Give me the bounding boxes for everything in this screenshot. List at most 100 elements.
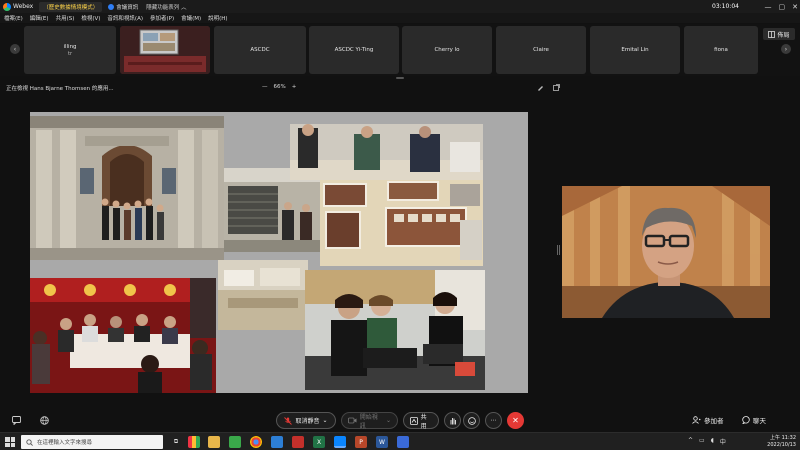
end-call-icon: ✕ [512,416,519,425]
app-colorful-icon[interactable] [188,436,200,448]
globe-icon[interactable] [40,416,49,427]
share-button[interactable]: 共用 [403,412,439,430]
menu-view[interactable]: 檢視(V) [81,14,100,22]
meeting-mode-chip[interactable]: （歷史數據情境模式） [39,1,103,12]
hand-icon [450,417,456,424]
participants-label: 參加者 [704,417,724,425]
participant-name: ASCDC [250,47,270,53]
shared-screen[interactable] [30,112,528,393]
participant-tile[interactable]: fiona [684,26,758,74]
more-options-button[interactable]: ⋯ [485,412,502,429]
menu-share[interactable]: 共用(S) [56,14,75,22]
chat-label: 聊天 [753,417,766,425]
pane-splitter[interactable] [557,245,560,255]
zoom-value: 66% [273,84,286,90]
smiley-icon [467,416,476,425]
annotate-icon[interactable] [537,84,544,91]
zoom-in-button[interactable]: + [292,84,297,90]
menu-participants[interactable]: 參加者(P) [150,14,174,22]
photo-researchers-table [290,124,483,180]
participant-tile[interactable]: ASCDC Yi-Ting [309,26,399,74]
meeting-info-label: 會議資訊 [116,4,139,11]
participant-tile[interactable]: illing tr [24,26,116,74]
participant-tile[interactable]: Claire [496,26,586,74]
chevron-up-icon[interactable]: ^ [688,437,693,446]
maximize-button[interactable]: ▢ [779,3,786,11]
taskbar-search-input[interactable]: 在這裡輸入文字來搜尋 [21,435,163,449]
participant-video-tile[interactable] [120,26,210,74]
participant-video-thumbnail [120,26,210,74]
chat-panel-button[interactable]: 聊天 [742,415,766,425]
sharing-status: 正在檢視 Hans Bjarne Thomsen 的應用... [6,86,114,92]
strip-resize-handle[interactable] [396,77,404,79]
task-view-icon[interactable]: ⧉ [170,436,182,448]
webex-taskbar-icon[interactable] [334,436,346,448]
close-button[interactable]: ✕ [792,3,798,11]
app-blue-icon[interactable] [397,436,409,448]
share-header: 正在檢視 Hans Bjarne Thomsen 的應用... — 66% + [0,82,800,94]
windows-start-icon[interactable] [5,437,15,447]
photo-archive-table [218,260,308,330]
end-call-button[interactable]: ✕ [507,412,524,429]
file-explorer-icon[interactable] [208,436,220,448]
network-icon[interactable]: ▭ [699,437,705,446]
volume-icon[interactable]: ◖ [711,437,714,446]
start-video-label: 開始視訊 [359,413,378,430]
popout-icon[interactable] [553,84,560,91]
start-video-button[interactable]: 開始視訊 ⌄ [341,412,398,430]
word-icon[interactable]: W [376,436,388,448]
menu-help[interactable]: 說明(H) [208,14,227,22]
meeting-info-button[interactable]: 會議資訊 [108,3,138,11]
unmute-label: 取消靜音 [295,418,320,425]
menu-file[interactable]: 檔案(E) [4,14,23,22]
participant-name: Cherry lo [434,47,460,53]
participant-tile[interactable]: Emital Lin [590,26,680,74]
layout-button[interactable]: 佈局 [763,28,795,40]
video-off-icon [348,417,357,424]
participant-name: ASCDC Yi-Ting [334,47,374,53]
line-app-icon[interactable] [229,436,241,448]
input-language[interactable]: 中 [720,437,726,446]
participant-name: Emital Lin [621,47,649,53]
chat-bubble-icon[interactable] [12,416,21,427]
mic-muted-icon [284,416,293,425]
taskbar-date: 2022/10/13 [767,442,796,448]
teams-icon[interactable] [271,436,283,448]
menu-edit[interactable]: 編輯(E) [30,14,49,22]
hide-menu-toggle[interactable]: 隱藏功能表列 ︿ [146,3,186,11]
photo-manuscripts [320,180,483,266]
window-controls: — ▢ ✕ [765,0,799,13]
os-taskbar: 在這裡輸入文字來搜尋 ⧉ X P W ^ ▭ ◖ 中 上午 11:32 2022… [0,432,800,450]
excel-icon[interactable]: X [313,436,325,448]
minimize-button[interactable]: — [765,3,772,11]
participant-name: Claire [533,47,549,53]
app-identity: Webex [0,2,33,11]
taskbar-time: 上午 11:32 [770,435,796,441]
raise-hand-button[interactable] [444,412,461,429]
participants-panel-button[interactable]: 參加者 [692,415,724,425]
photo-building-group [30,116,224,260]
taskbar-clock[interactable]: 上午 11:32 2022/10/13 [767,435,796,449]
unmute-button[interactable]: 取消靜音 ⌄ [276,412,336,429]
participant-subtext: tr [67,50,73,57]
meeting-timer: 03:10:04 [712,3,739,10]
menu-audio-video[interactable]: 音訊和視訊(A) [107,14,143,22]
menu-meeting[interactable]: 會議(M) [181,14,201,22]
reactions-button[interactable] [463,412,480,429]
more-icon: ⋯ [490,417,497,424]
zoom-out-button[interactable]: — [262,84,268,90]
chrome-icon[interactable] [250,436,262,448]
active-speaker-video[interactable] [562,186,770,318]
media-player-icon[interactable] [292,436,304,448]
strip-prev-button[interactable]: ‹ [10,44,20,54]
speaker-video-frame [562,186,770,318]
participant-tile[interactable]: ASCDC [214,26,306,74]
chevron-down-icon[interactable]: ⌄ [386,417,391,424]
chevron-right-icon: › [784,45,788,53]
powerpoint-icon[interactable]: P [355,436,367,448]
share-label: 共用 [420,413,427,430]
strip-next-button[interactable]: › [781,44,791,54]
chevron-down-icon[interactable]: ⌄ [322,417,327,424]
zoom-controls: — 66% + [262,84,296,90]
participant-tile[interactable]: Cherry lo [402,26,492,74]
